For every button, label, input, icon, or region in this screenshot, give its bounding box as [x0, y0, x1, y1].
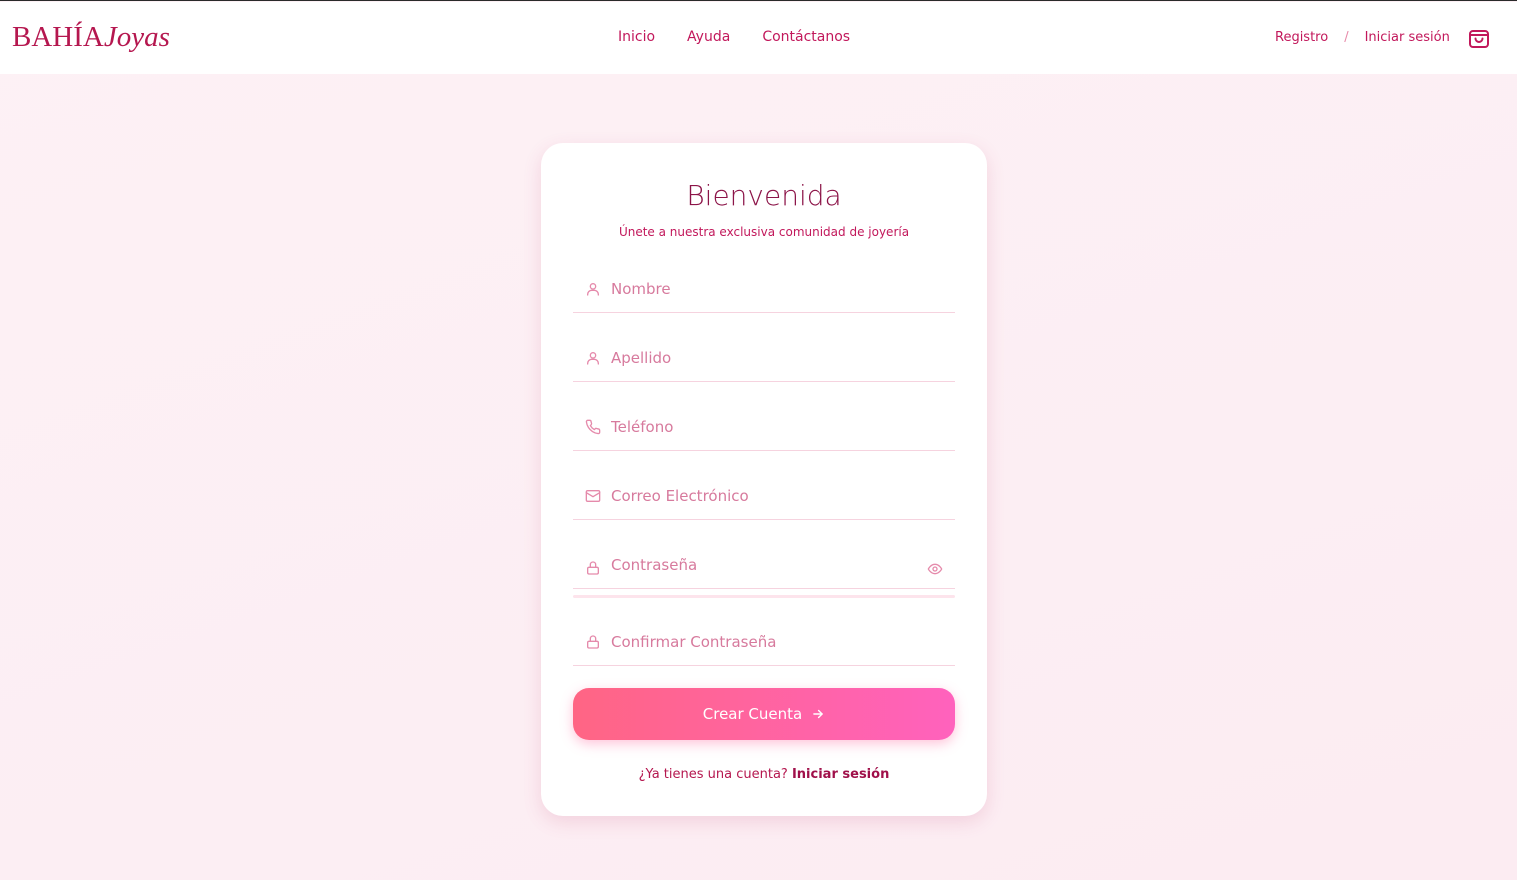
first-name-field	[573, 269, 955, 313]
eye-icon[interactable]	[927, 561, 943, 577]
phone-field	[573, 407, 955, 451]
lock-icon	[587, 561, 599, 575]
create-account-button[interactable]: Crear Cuenta	[573, 688, 955, 740]
main-nav: Inicio Ayuda Contáctanos	[618, 29, 882, 45]
mail-icon	[585, 490, 601, 502]
password-strength-bar	[573, 595, 955, 598]
arrow-right-icon	[813, 709, 824, 719]
auth-links: Registro / Iniciar sesión	[1275, 30, 1450, 45]
shopping-bag-icon[interactable]	[1467, 26, 1491, 50]
email-field	[573, 476, 955, 520]
password-field	[573, 545, 955, 589]
register-card: Bienvenida Únete a nuestra exclusiva com…	[541, 143, 987, 816]
login-prompt-link[interactable]: Iniciar sesión	[792, 767, 889, 782]
email-input[interactable]	[611, 482, 921, 510]
brand-logo[interactable]: BAHÍAJoyas	[12, 21, 170, 54]
nav-link-contactanos[interactable]: Contáctanos	[762, 29, 850, 45]
lock-icon	[587, 635, 599, 649]
nav-link-ayuda[interactable]: Ayuda	[687, 29, 730, 45]
login-prompt-question: ¿Ya tienes una cuenta?	[638, 767, 788, 782]
page-subtitle: Únete a nuestra exclusiva comunidad de j…	[618, 225, 910, 239]
phone-input[interactable]	[611, 413, 921, 441]
auth-separator: /	[1344, 30, 1349, 45]
last-name-field	[573, 338, 955, 382]
password-input[interactable]	[611, 551, 921, 579]
login-link[interactable]: Iniciar sesión	[1365, 30, 1450, 45]
confirm-password-input[interactable]	[611, 628, 921, 656]
confirm-password-field	[573, 622, 955, 666]
login-prompt: ¿Ya tienes una cuenta? Iniciar sesión	[541, 767, 987, 782]
create-account-label: Crear Cuenta	[702, 705, 803, 723]
top-navbar: BAHÍAJoyas Inicio Ayuda Contáctanos Regi…	[0, 2, 1517, 74]
first-name-input[interactable]	[611, 275, 921, 303]
phone-icon	[585, 419, 601, 435]
logo-text-secondary: Joyas	[103, 21, 170, 53]
user-icon	[587, 283, 599, 296]
page-title: Bienvenida	[686, 179, 842, 212]
user-icon	[587, 352, 599, 365]
register-link[interactable]: Registro	[1275, 30, 1328, 45]
logo-text-primary: BAHÍA	[12, 21, 104, 53]
last-name-input[interactable]	[611, 344, 921, 372]
nav-link-inicio[interactable]: Inicio	[618, 29, 655, 45]
